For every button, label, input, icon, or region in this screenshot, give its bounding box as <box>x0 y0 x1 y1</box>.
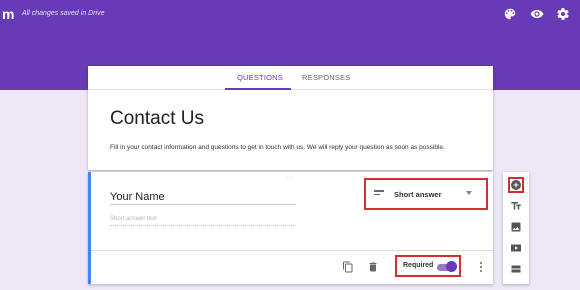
active-tab-indicator <box>225 88 291 90</box>
side-toolbar <box>503 172 529 284</box>
add-section-icon[interactable] <box>508 261 524 277</box>
delete-icon[interactable] <box>366 260 380 274</box>
add-image-icon[interactable] <box>508 219 524 235</box>
question-type-label: Short answer <box>394 190 442 199</box>
answer-placeholder: Short answer text <box>110 216 157 222</box>
short-answer-icon <box>374 190 384 198</box>
tab-bar: QUESTIONS RESPONSES <box>88 66 493 90</box>
tab-responses[interactable]: RESPONSES <box>302 73 350 82</box>
form-title[interactable]: Contact Us <box>110 108 204 130</box>
question-card[interactable]: ::: Your Name Short answer text Short an… <box>88 172 493 284</box>
preview-eye-icon[interactable] <box>529 6 545 22</box>
drag-handle[interactable]: ::: <box>287 175 293 181</box>
palette-icon[interactable] <box>502 6 518 22</box>
more-vert-icon[interactable] <box>477 260 485 274</box>
required-label: Required <box>403 262 434 269</box>
save-status: All changes saved in Drive <box>22 10 105 17</box>
dropdown-caret-icon <box>466 191 472 195</box>
question-title-underline <box>110 204 296 205</box>
answer-underline <box>110 225 296 226</box>
add-question-icon[interactable] <box>508 177 524 193</box>
form-description[interactable]: Fill in your contact information and que… <box>110 144 445 151</box>
app-logo[interactable]: m <box>2 6 14 22</box>
required-toggle-knob[interactable] <box>446 261 457 272</box>
add-title-icon[interactable] <box>508 198 524 214</box>
question-title[interactable]: Your Name <box>110 191 165 203</box>
settings-gear-icon[interactable] <box>555 6 571 22</box>
tab-questions[interactable]: QUESTIONS <box>237 73 283 82</box>
duplicate-icon[interactable] <box>341 260 355 274</box>
question-type-dropdown[interactable]: Short answer <box>364 178 488 210</box>
form-header-card: QUESTIONS RESPONSES Contact Us Fill in y… <box>88 66 493 170</box>
add-video-icon[interactable] <box>508 240 524 256</box>
footer-divider <box>91 250 493 251</box>
required-toggle-group[interactable]: Required <box>395 255 461 277</box>
